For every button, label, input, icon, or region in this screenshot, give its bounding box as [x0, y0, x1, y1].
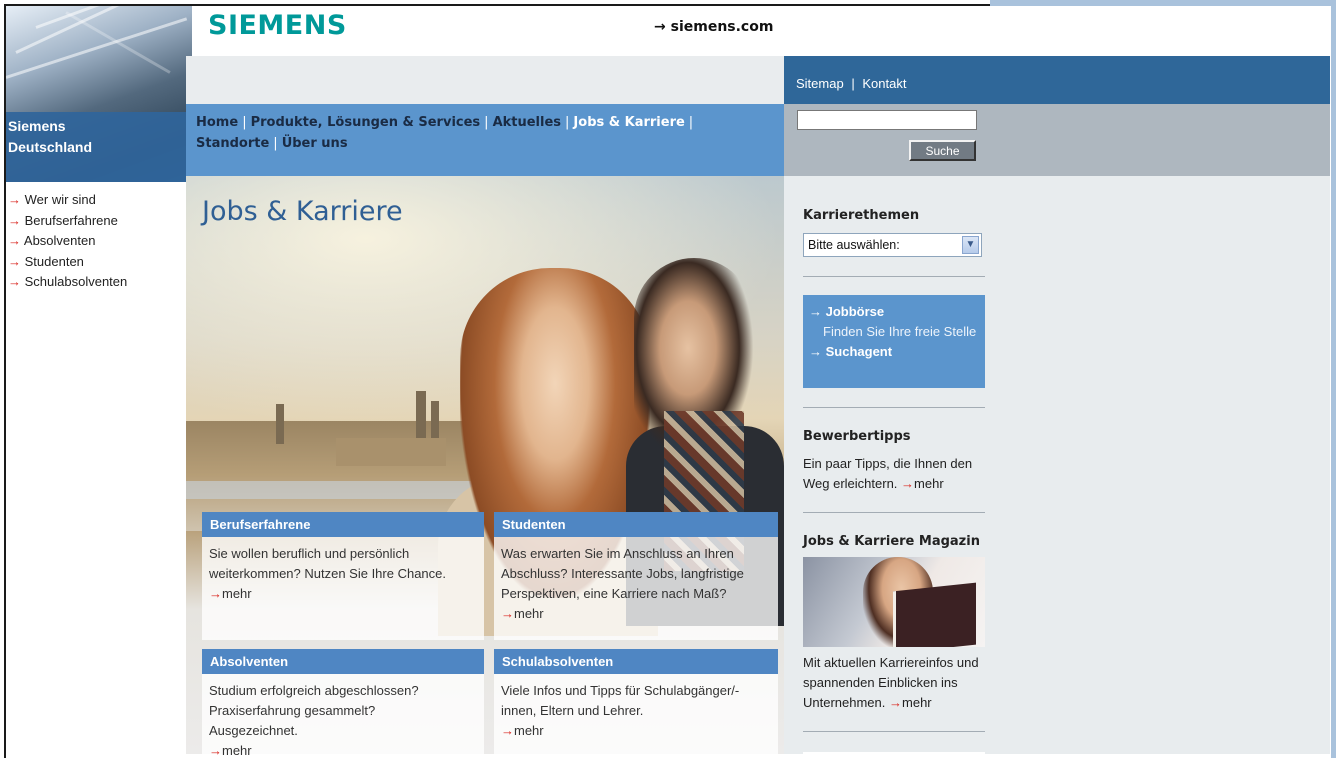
- red-arrow-icon: →: [8, 192, 21, 207]
- red-arrow-icon: →: [209, 743, 222, 758]
- nav-item[interactable]: Home: [196, 115, 238, 130]
- nav-item[interactable]: Über uns: [282, 136, 348, 151]
- siemens-com-link[interactable]: → siemens.com: [654, 19, 773, 35]
- select-value: Bitte auswählen:: [808, 238, 900, 252]
- bewerbertipps-heading: Bewerbertipps: [803, 429, 911, 444]
- left-nav-label: Schulabsolventen: [24, 274, 128, 289]
- brand-subtitle-line1: Siemens: [8, 118, 66, 134]
- box-schulabsolventen: Schulabsolventen Viele Infos und Tipps f…: [494, 649, 778, 759]
- jobboerse-box: → Jobbörse Finden Sie Ihre freie Stelle …: [803, 295, 985, 388]
- nav-separator: |: [565, 115, 570, 130]
- box-studenten: Studenten Was erwarten Sie im Anschluss …: [494, 512, 778, 640]
- left-nav-item[interactable]: → Schulabsolventen: [8, 272, 188, 293]
- main-nav: Home | Produkte, Lösungen & Services | Aktue…: [196, 112, 756, 154]
- left-nav-label: Studenten: [24, 253, 84, 269]
- utility-links: Sitemap | Kontakt: [796, 76, 906, 91]
- nav-item[interactable]: Jobs & Karriere: [573, 115, 684, 130]
- box-title[interactable]: Absolventen: [202, 649, 484, 674]
- box-text: Was erwarten Sie im Anschluss an Ihren A…: [501, 546, 744, 601]
- bewerbertipps-body: Ein paar Tipps, die Ihnen den Weg erleic…: [803, 456, 973, 491]
- karrierethemen-select[interactable]: Bitte auswählen: ▼: [803, 233, 982, 257]
- left-nav-item[interactable]: → Berufserfahrene: [8, 211, 188, 232]
- bewerbertipps-text: Ein paar Tipps, die Ihnen den Weg erleic…: [803, 454, 985, 494]
- search-button[interactable]: Suche: [909, 140, 976, 161]
- chevron-down-icon[interactable]: ▼: [962, 236, 979, 254]
- more-link[interactable]: mehr: [514, 723, 544, 738]
- nav-separator: |: [484, 115, 489, 130]
- utility-separator: |: [851, 76, 855, 91]
- red-arrow-icon: →: [8, 212, 21, 228]
- red-arrow-icon: →: [901, 476, 915, 491]
- suchagent-link[interactable]: → Suchagent: [809, 342, 979, 362]
- header-gray-band: [186, 56, 784, 104]
- divider: [803, 512, 985, 513]
- red-arrow-icon: →: [8, 253, 21, 269]
- box-berufserfahrene: Berufserfahrene Sie wollen beruflich und…: [202, 512, 484, 640]
- divider: [803, 731, 985, 732]
- magazin-text: Mit aktuellen Karriereinfos und spannend…: [803, 653, 985, 713]
- red-arrow-icon: →: [8, 233, 21, 248]
- left-nav-item[interactable]: → Studenten: [8, 252, 188, 273]
- box-title[interactable]: Studenten: [494, 512, 778, 537]
- left-nav-label: Absolventen: [23, 233, 96, 248]
- brand-subtitle-line2: Deutschland: [8, 139, 93, 155]
- search-input[interactable]: [797, 110, 977, 130]
- left-nav: → Wer wir sind → Berufserfahrene → Absolve…: [8, 190, 188, 293]
- box-title[interactable]: Schulabsolventen: [494, 649, 778, 674]
- brand-subtitle: Siemens Deutschland: [6, 116, 194, 158]
- box-absolventen: Absolventen Studium erfolgreich abgeschl…: [202, 649, 484, 759]
- red-arrow-icon: →: [501, 606, 514, 621]
- window-edge: [1331, 0, 1336, 758]
- red-arrow-icon: →: [501, 723, 514, 738]
- sitemap-link[interactable]: Sitemap: [796, 76, 844, 91]
- nav-separator: |: [273, 136, 278, 151]
- nav-separator: |: [688, 115, 694, 130]
- left-nav-label: Wer wir sind: [24, 192, 96, 207]
- box-text: Sie wollen beruflich und persönlich weit…: [209, 546, 447, 581]
- more-link[interactable]: mehr: [222, 586, 252, 601]
- sidebar-next-box: [803, 752, 985, 762]
- box-text: Viele Infos und Tipps für Schulabgänger/…: [501, 683, 740, 718]
- karrierethemen-heading: Karrierethemen: [803, 208, 920, 223]
- box-title[interactable]: Berufserfahrene: [202, 512, 484, 537]
- nav-item[interactable]: Produkte, Lösungen & Services: [251, 115, 481, 130]
- kontakt-link[interactable]: Kontakt: [862, 76, 906, 91]
- more-link[interactable]: mehr: [222, 743, 252, 758]
- siemens-logo[interactable]: SIEMENS: [208, 10, 347, 41]
- window-corner-tab: [990, 0, 1336, 6]
- page-title: Jobs & Karriere: [202, 196, 403, 227]
- more-link[interactable]: mehr: [514, 606, 544, 621]
- divider: [803, 276, 985, 277]
- jobboerse-link[interactable]: → Jobbörse: [809, 302, 979, 322]
- red-arrow-icon: →: [8, 274, 21, 289]
- red-arrow-icon: →: [889, 695, 903, 710]
- more-link[interactable]: mehr: [914, 476, 944, 491]
- red-arrow-icon: →: [209, 586, 222, 601]
- magazin-heading: Jobs & Karriere Magazin: [803, 534, 980, 549]
- nav-item[interactable]: Standorte: [196, 136, 269, 151]
- left-nav-label: Berufserfahrene: [24, 212, 118, 228]
- nav-item[interactable]: Aktuelles: [493, 115, 561, 130]
- nav-separator: |: [242, 115, 247, 130]
- more-link[interactable]: mehr: [902, 695, 932, 710]
- box-text: Studium erfolgreich abgeschlossen? Praxi…: [209, 683, 419, 738]
- divider: [803, 407, 985, 408]
- magazin-image[interactable]: [803, 557, 985, 647]
- left-nav-item[interactable]: → Wer wir sind: [8, 190, 188, 211]
- left-nav-item[interactable]: → Absolventen: [8, 231, 188, 252]
- jobboerse-subtext[interactable]: Finden Sie Ihre freie Stelle: [809, 322, 979, 342]
